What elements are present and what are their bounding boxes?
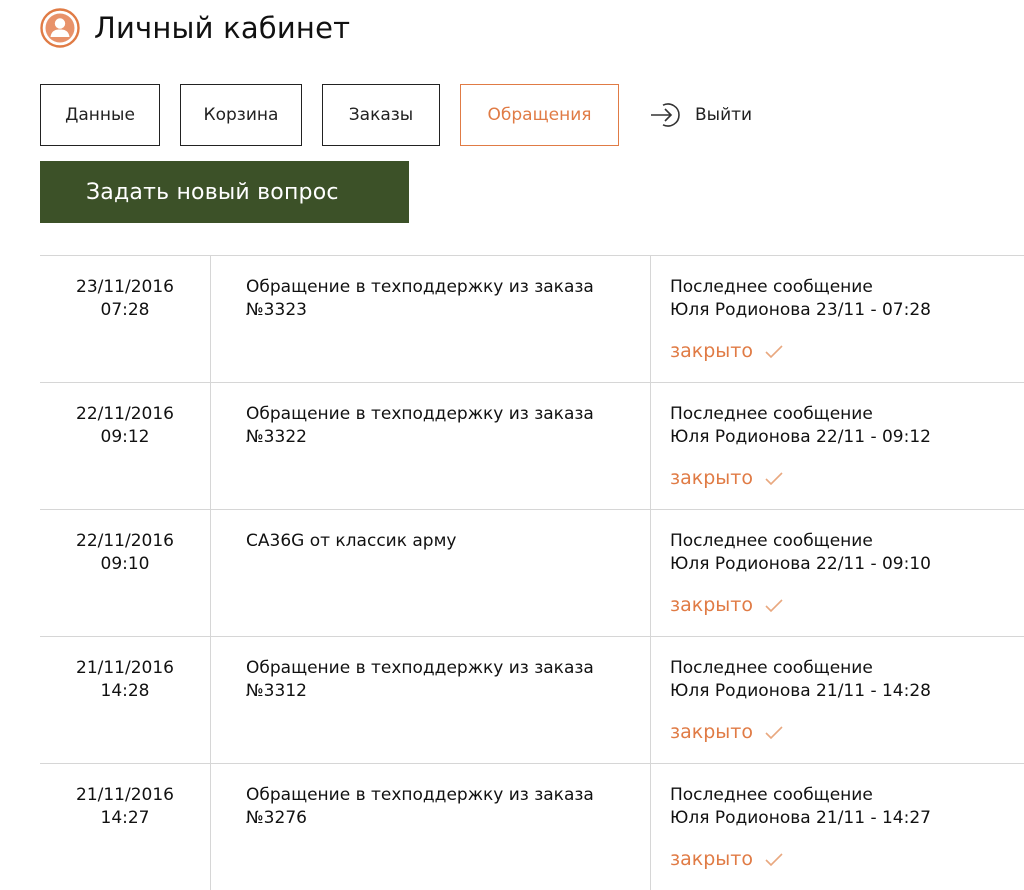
logout-link[interactable]: Выйти [649, 84, 752, 146]
ticket-time: 09:10 [100, 554, 150, 574]
last-message-label: Последнее сообщение [670, 658, 873, 678]
checkmark-icon [765, 598, 783, 612]
ticket-time: 14:27 [100, 808, 150, 828]
ticket-status-cell: Последнее сообщение Юля Родионова 22/11 … [651, 510, 1024, 636]
user-avatar-icon [40, 8, 80, 48]
tab-tickets[interactable]: Обращения [460, 84, 619, 146]
ticket-order-number: №3276 [246, 808, 307, 828]
page-title: Личный кабинет [94, 11, 351, 45]
status-badge: закрыто [670, 594, 1024, 617]
ticket-order-number: №3312 [246, 681, 307, 701]
ticket-subject[interactable]: Обращение в техподдержку из заказа [246, 276, 636, 299]
ticket-subject-cell: Обращение в техподдержку из заказа №3276 [211, 764, 651, 890]
ticket-date-cell: 22/11/2016 09:12 [40, 383, 211, 509]
logout-label: Выйти [695, 105, 753, 125]
account-tabs: Данные Корзина Заказы Обращения Выйти [40, 84, 752, 146]
table-row[interactable]: 22/11/2016 09:10 CA36G от классик арму П… [40, 509, 1024, 636]
status-label: закрыто [670, 467, 753, 489]
last-message-info: Юля Родионова 22/11 - 09:12 [670, 427, 931, 447]
account-page: Личный кабинет Данные Корзина Заказы Обр… [0, 0, 1024, 890]
table-row[interactable]: 22/11/2016 09:12 Обращение в техподдержк… [40, 382, 1024, 509]
table-row[interactable]: 21/11/2016 14:27 Обращение в техподдержк… [40, 763, 1024, 890]
ticket-date-cell: 21/11/2016 14:28 [40, 637, 211, 763]
last-message-info: Юля Родионова 21/11 - 14:28 [670, 681, 931, 701]
ticket-date: 21/11/2016 [76, 658, 174, 678]
checkmark-icon [765, 344, 783, 358]
table-row[interactable]: 23/11/2016 07:28 Обращение в техподдержк… [40, 255, 1024, 382]
status-label: закрыто [670, 594, 753, 616]
ticket-subject[interactable]: Обращение в техподдержку из заказа [246, 784, 636, 807]
ticket-subject-cell: Обращение в техподдержку из заказа №3323 [211, 256, 651, 382]
ticket-order-number: №3322 [246, 427, 307, 447]
status-badge: закрыто [670, 467, 1024, 490]
checkmark-icon [765, 471, 783, 485]
status-label: закрыто [670, 340, 753, 362]
ticket-status-cell: Последнее сообщение Юля Родионова 21/11 … [651, 637, 1024, 763]
ticket-date: 23/11/2016 [76, 277, 174, 297]
tab-cart[interactable]: Корзина [180, 84, 302, 146]
ticket-subject-cell: CA36G от классик арму [211, 510, 651, 636]
ticket-date-cell: 22/11/2016 09:10 [40, 510, 211, 636]
last-message-label: Последнее сообщение [670, 531, 873, 551]
status-badge: закрыто [670, 848, 1024, 871]
ticket-date: 22/11/2016 [76, 404, 174, 424]
ask-new-question-button[interactable]: Задать новый вопрос [40, 161, 409, 223]
ticket-subject[interactable]: Обращение в техподдержку из заказа [246, 657, 636, 680]
status-badge: закрыто [670, 721, 1024, 744]
checkmark-icon [765, 725, 783, 739]
ticket-date-cell: 21/11/2016 14:27 [40, 764, 211, 890]
last-message-info: Юля Родионова 22/11 - 09:10 [670, 554, 931, 574]
status-badge: закрыто [670, 340, 1024, 363]
tab-orders[interactable]: Заказы [322, 84, 440, 146]
ticket-date: 21/11/2016 [76, 785, 174, 805]
last-message-label: Последнее сообщение [670, 277, 873, 297]
ticket-status-cell: Последнее сообщение Юля Родионова 22/11 … [651, 383, 1024, 509]
checkmark-icon [765, 852, 783, 866]
last-message-label: Последнее сообщение [670, 404, 873, 424]
table-row[interactable]: 21/11/2016 14:28 Обращение в техподдержк… [40, 636, 1024, 763]
ticket-status-cell: Последнее сообщение Юля Родионова 23/11 … [651, 256, 1024, 382]
ticket-time: 07:28 [100, 300, 150, 320]
status-label: закрыто [670, 848, 753, 870]
status-label: закрыто [670, 721, 753, 743]
ticket-order-number: №3323 [246, 300, 307, 320]
ticket-subject-cell: Обращение в техподдержку из заказа №3322 [211, 383, 651, 509]
ticket-subject[interactable]: Обращение в техподдержку из заказа [246, 403, 636, 426]
tickets-table: 23/11/2016 07:28 Обращение в техподдержк… [40, 255, 1024, 890]
ticket-subject[interactable]: CA36G от классик арму [246, 530, 636, 553]
ticket-status-cell: Последнее сообщение Юля Родионова 21/11 … [651, 764, 1024, 890]
tab-data[interactable]: Данные [40, 84, 160, 146]
last-message-label: Последнее сообщение [670, 785, 873, 805]
ticket-time: 14:28 [100, 681, 150, 701]
ticket-time: 09:12 [100, 427, 150, 447]
page-header: Личный кабинет [40, 8, 350, 48]
last-message-info: Юля Родионова 21/11 - 14:27 [670, 808, 931, 828]
ticket-date: 22/11/2016 [76, 531, 174, 551]
ticket-date-cell: 23/11/2016 07:28 [40, 256, 211, 382]
logout-arrow-icon [651, 103, 680, 127]
last-message-info: Юля Родионова 23/11 - 07:28 [670, 300, 931, 320]
ticket-subject-cell: Обращение в техподдержку из заказа №3312 [211, 637, 651, 763]
